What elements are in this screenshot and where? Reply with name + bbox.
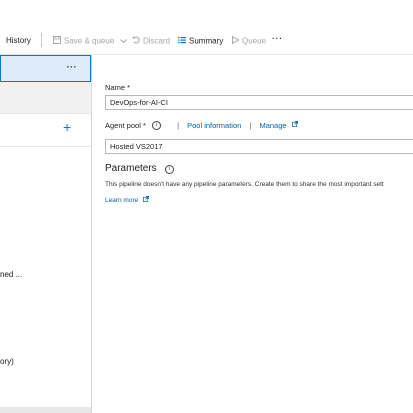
parameters-heading: Parameters i: [105, 163, 174, 174]
discard-button[interactable]: Discard: [132, 36, 170, 47]
info-icon[interactable]: i: [164, 165, 174, 174]
selected-pipeline-item[interactable]: ···: [0, 55, 91, 82]
agent-pool-label: Agent pool *: [105, 120, 146, 130]
save-icon: [53, 36, 61, 47]
chevron-down-icon[interactable]: [119, 37, 127, 47]
pipeline-properties-form: Name * DevOps-for-AI-CI Agent pool * i |…: [93, 55, 413, 413]
plus-icon[interactable]: +: [63, 120, 71, 134]
left-panel: ··· + ned ... ory): [0, 55, 92, 413]
learn-more-label: Learn more: [105, 197, 139, 204]
task-item-label[interactable]: ory): [0, 357, 14, 366]
play-icon: [232, 35, 240, 47]
item-more-actions-button[interactable]: ···: [67, 62, 78, 72]
agent-pool-select[interactable]: Hosted VS2017: [105, 139, 413, 154]
summary-list-icon: [178, 36, 186, 47]
parameters-description: This pipeline doesn't have any pipeline …: [105, 181, 384, 188]
save-and-queue-label: Save & queue: [64, 36, 115, 46]
more-actions-button[interactable]: ···: [272, 34, 283, 44]
learn-more-link[interactable]: Learn more: [105, 196, 150, 204]
info-icon[interactable]: i: [151, 120, 161, 130]
toolbar-divider: [41, 33, 42, 47]
name-label: Name *: [105, 83, 131, 92]
left-panel-scrollbar[interactable]: [0, 407, 91, 413]
task-item-label[interactable]: ned ...: [0, 270, 22, 279]
separator: |: [249, 120, 252, 130]
history-tab[interactable]: History: [6, 36, 31, 46]
parameters-title: Parameters: [105, 163, 157, 174]
name-field[interactable]: DevOps-for-AI-CI: [105, 95, 413, 110]
external-link-icon: [143, 196, 150, 204]
get-sources-item[interactable]: [0, 82, 91, 114]
manage-link[interactable]: Manage: [259, 121, 286, 130]
pool-information-link[interactable]: Pool information: [187, 121, 241, 130]
summary-button[interactable]: Summary: [178, 36, 223, 47]
agent-job-row[interactable]: +: [0, 114, 91, 147]
undo-icon: [132, 36, 140, 47]
queue-label: Queue: [242, 36, 267, 46]
toolbar: History Save & queue Discard Summary Que…: [0, 0, 413, 55]
summary-label: Summary: [189, 36, 224, 46]
external-link-icon: [291, 121, 298, 129]
discard-label: Discard: [143, 36, 171, 46]
separator: |: [177, 120, 180, 130]
queue-button[interactable]: Queue: [232, 35, 267, 47]
save-and-queue-button[interactable]: Save & queue: [53, 36, 130, 47]
agent-pool-row: Agent pool * i | Pool information | Mana…: [105, 120, 298, 130]
